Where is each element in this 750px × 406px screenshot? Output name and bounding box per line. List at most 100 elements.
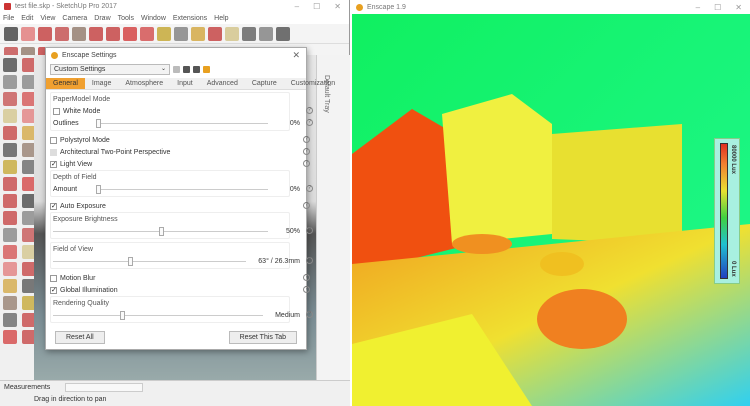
toolbar-tool-icon[interactable] xyxy=(55,26,69,41)
measurements-input[interactable] xyxy=(65,383,143,392)
menu-tools[interactable]: Tools xyxy=(118,15,134,22)
menu-camera[interactable]: Camera xyxy=(62,15,87,22)
tool-icon[interactable] xyxy=(3,211,17,225)
tool-icon[interactable] xyxy=(3,126,17,140)
tool-icon[interactable] xyxy=(3,330,17,344)
maximize-button[interactable]: ☐ xyxy=(714,3,721,12)
toolbar-tool-icon[interactable] xyxy=(38,26,52,41)
slider-thumb[interactable] xyxy=(128,256,134,266)
outlines-slider[interactable] xyxy=(96,118,268,128)
tab-customization[interactable]: Customization xyxy=(284,78,342,89)
toolbar-tool-icon[interactable] xyxy=(276,26,290,41)
close-icon[interactable]: ✕ xyxy=(292,50,300,61)
menu-draw[interactable]: Draw xyxy=(94,15,110,22)
toolbar-tool-icon[interactable] xyxy=(89,26,103,41)
tool-icon[interactable] xyxy=(3,245,17,259)
auto-exposure-checkbox[interactable]: ✓ xyxy=(50,202,57,210)
minimize-button[interactable]: – xyxy=(295,2,299,11)
toolbar-tool-icon[interactable] xyxy=(208,26,222,41)
slider-thumb[interactable] xyxy=(158,226,164,236)
toolbar-tool-icon[interactable] xyxy=(123,26,137,41)
slider-thumb[interactable] xyxy=(96,184,101,194)
measurements-label: Measurements xyxy=(4,384,51,391)
menu-file[interactable]: File xyxy=(3,15,14,22)
toolbar-tool-icon[interactable] xyxy=(259,26,273,41)
toolbar-tool-icon[interactable] xyxy=(140,26,154,41)
help-icon[interactable]: ? xyxy=(306,107,313,114)
slider-thumb[interactable] xyxy=(120,310,126,320)
menu-view[interactable]: View xyxy=(40,15,55,22)
save-as-icon[interactable] xyxy=(193,66,200,73)
toolbar-tool-icon[interactable] xyxy=(174,26,188,41)
undo-icon[interactable] xyxy=(173,66,180,73)
tool-icon[interactable] xyxy=(3,92,17,106)
help-icon[interactable]: ? xyxy=(303,202,310,209)
tool-icon[interactable] xyxy=(3,109,17,123)
slider-thumb[interactable] xyxy=(96,118,101,128)
tool-icon[interactable] xyxy=(3,58,17,72)
help-icon[interactable]: ? xyxy=(303,160,310,167)
menu-edit[interactable]: Edit xyxy=(21,15,33,22)
tab-input[interactable]: Input xyxy=(170,78,200,89)
load-preset-icon[interactable] xyxy=(203,66,210,73)
white-mode-checkbox[interactable] xyxy=(53,107,60,115)
help-icon[interactable]: ? xyxy=(303,136,310,143)
tool-icon[interactable] xyxy=(3,279,17,293)
minimize-button[interactable]: – xyxy=(696,3,700,12)
toolbar-tool-icon[interactable] xyxy=(157,26,171,41)
two-point-checkbox[interactable] xyxy=(50,148,57,156)
help-icon[interactable]: ? xyxy=(306,185,313,192)
quality-slider[interactable] xyxy=(53,310,264,320)
motion-blur-checkbox[interactable] xyxy=(50,274,57,282)
reset-all-button[interactable]: Reset All xyxy=(55,331,105,344)
light-view-checkbox[interactable]: ✓ xyxy=(50,160,57,168)
menu-bar: File Edit View Camera Draw Tools Window Extensi… xyxy=(0,13,349,24)
gi-checkbox[interactable]: ✓ xyxy=(50,286,57,294)
help-icon[interactable]: ? xyxy=(303,148,310,155)
tool-icon[interactable] xyxy=(3,296,17,310)
exposure-value: 50% xyxy=(285,227,300,235)
tool-icon[interactable] xyxy=(3,143,17,157)
toolbar-tool-icon[interactable] xyxy=(21,26,35,41)
tab-atmosphere[interactable]: Atmosphere xyxy=(118,78,170,89)
dof-slider[interactable] xyxy=(96,184,268,194)
exposure-slider[interactable] xyxy=(53,226,268,236)
papermodel-group: PaperModel Mode White Mode? Outlines 0%? xyxy=(50,92,313,131)
tab-image[interactable]: Image xyxy=(85,78,118,89)
toolbar-tool-icon[interactable] xyxy=(72,26,86,41)
help-icon[interactable]: ? xyxy=(306,227,313,234)
menu-help[interactable]: Help xyxy=(214,15,228,22)
menu-extensions[interactable]: Extensions xyxy=(173,15,207,22)
polystyrol-checkbox[interactable] xyxy=(50,136,57,144)
help-icon[interactable]: ? xyxy=(306,311,313,318)
tab-capture[interactable]: Capture xyxy=(245,78,284,89)
toolbar-tool-icon[interactable] xyxy=(191,26,205,41)
default-tray[interactable]: Default Tray xyxy=(316,55,350,380)
preset-select[interactable]: Custom Settings ⌄ xyxy=(50,64,170,75)
toolbar-tool-icon[interactable] xyxy=(4,26,18,41)
tool-icon[interactable] xyxy=(3,75,17,89)
fov-slider[interactable] xyxy=(53,256,247,266)
help-icon[interactable]: ? xyxy=(306,257,313,264)
toolbar-tool-icon[interactable] xyxy=(242,26,256,41)
reset-tab-button[interactable]: Reset This Tab xyxy=(228,331,297,344)
toolbar-tool-icon[interactable] xyxy=(225,26,239,41)
tool-icon[interactable] xyxy=(3,262,17,276)
tool-icon[interactable] xyxy=(3,313,17,327)
light-view-render[interactable] xyxy=(352,14,750,406)
tool-icon[interactable] xyxy=(3,228,17,242)
menu-window[interactable]: Window xyxy=(141,15,166,22)
tool-icon[interactable] xyxy=(3,194,17,208)
tab-advanced[interactable]: Advanced xyxy=(200,78,245,89)
toolbar-tool-icon[interactable] xyxy=(106,26,120,41)
save-icon[interactable] xyxy=(183,66,190,73)
tab-general[interactable]: General xyxy=(46,78,85,89)
maximize-button[interactable]: ☐ xyxy=(313,2,320,11)
close-button[interactable]: ✕ xyxy=(735,3,742,12)
help-icon[interactable]: ? xyxy=(303,286,310,293)
help-icon[interactable]: ? xyxy=(306,119,313,126)
tool-icon[interactable] xyxy=(3,160,17,174)
close-button[interactable]: ✕ xyxy=(334,2,341,11)
tool-icon[interactable] xyxy=(3,177,17,191)
help-icon[interactable]: ? xyxy=(303,274,310,281)
